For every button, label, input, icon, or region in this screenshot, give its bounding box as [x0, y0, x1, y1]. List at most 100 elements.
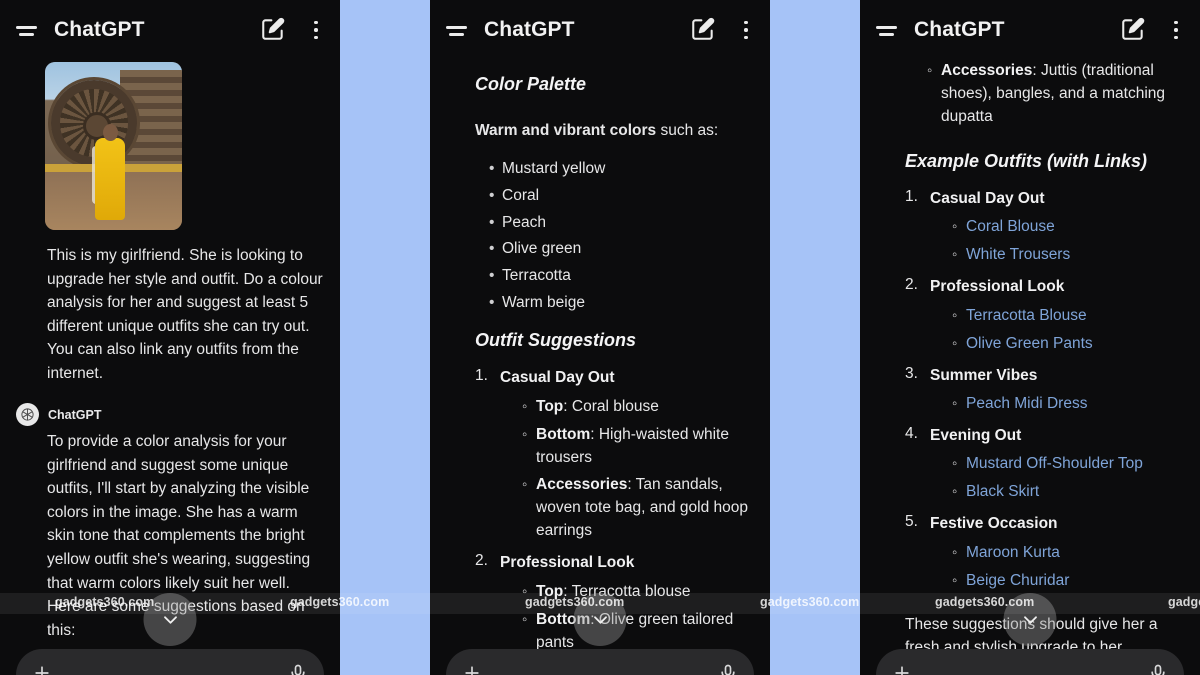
outfit-link[interactable]: Olive Green Pants	[966, 335, 1093, 352]
palette-lead-bold: Warm and vibrant colors	[475, 122, 657, 139]
outfit-link-list: Coral Blouse White Trousers	[930, 216, 1186, 267]
list-item: Mustard yellow	[489, 156, 756, 183]
conversation-body-3: ◦ Accessories: Juttis (traditional shoes…	[860, 60, 1200, 675]
compose-icon[interactable]	[1120, 16, 1148, 44]
phone-panel-1: ChatGPT This is my girlfriend. She is lo…	[0, 0, 340, 675]
app-header-1: ChatGPT	[0, 0, 340, 60]
outfit-link-list: Mustard Off-Shoulder Top Black Skirt	[930, 453, 1186, 504]
detail-label: Accessories	[536, 476, 628, 494]
outfit-title: Festive Occasion	[930, 515, 1058, 533]
message-composer-3[interactable]	[876, 649, 1184, 675]
outfit-link[interactable]: Black Skirt	[966, 483, 1039, 500]
detail-label: Top	[536, 582, 564, 600]
outfit-link-list: Maroon Kurta Beige Churidar	[930, 542, 1186, 593]
outfit-link-list: Peach Midi Dress	[930, 393, 1186, 416]
list-item[interactable]: Terracotta Blouse	[952, 305, 1186, 328]
kebab-menu-icon[interactable]	[1166, 16, 1186, 44]
list-item: ◦ Accessories: Juttis (traditional shoes…	[927, 62, 1166, 125]
compose-icon[interactable]	[690, 16, 718, 44]
detail-value: : Coral blouse	[563, 397, 659, 415]
outfit-title: Casual Day Out	[500, 369, 615, 387]
outfit-link[interactable]: Mustard Off-Shoulder Top	[966, 455, 1143, 472]
conversation-body-2: Color Palette Warm and vibrant colors su…	[430, 74, 770, 655]
kebab-menu-icon[interactable]	[306, 16, 326, 44]
outfit-title: Evening Out	[930, 426, 1022, 444]
compose-icon[interactable]	[260, 16, 288, 44]
heading-color-palette: Color Palette	[475, 74, 587, 94]
list-item: Summer Vibes Peach Midi Dress	[905, 365, 1186, 416]
list-item: Coral	[489, 183, 756, 210]
list-item: Top: Coral blouse	[522, 396, 756, 419]
add-attachment-icon[interactable]	[892, 663, 912, 675]
detail-label: Accessories	[941, 62, 1033, 79]
detail-label: Top	[536, 397, 564, 415]
hamburger-icon[interactable]	[874, 17, 900, 43]
kebab-menu-icon[interactable]	[736, 16, 756, 44]
list-item[interactable]: Beige Churidar	[952, 570, 1186, 593]
attachment-thumbnail[interactable]	[45, 62, 182, 230]
list-item[interactable]: Coral Blouse	[952, 216, 1186, 239]
list-item: Casual Day Out Top: Coral blouse Bottom:…	[475, 367, 756, 543]
app-header-3: ChatGPT	[860, 0, 1200, 60]
add-attachment-icon[interactable]	[32, 663, 52, 675]
hamburger-icon[interactable]	[444, 17, 470, 43]
add-attachment-icon[interactable]	[462, 663, 482, 675]
list-item[interactable]: Black Skirt	[952, 481, 1186, 504]
phone-panel-3: ChatGPT ◦ Accessories: Juttis (tradition…	[860, 0, 1200, 675]
list-item: Festive Occasion Maroon Kurta Beige Chur…	[905, 513, 1186, 592]
outfit-title: Casual Day Out	[930, 189, 1045, 207]
page-title: ChatGPT	[54, 18, 145, 41]
outfit-link[interactable]: Beige Churidar	[966, 572, 1069, 589]
heading-outfit-suggestions: Outfit Suggestions	[475, 330, 636, 351]
list-item[interactable]: Maroon Kurta	[952, 542, 1186, 565]
hamburger-icon[interactable]	[14, 17, 40, 43]
list-item: Bottom: High-waisted white trousers	[522, 424, 756, 470]
list-item[interactable]: Olive Green Pants	[952, 333, 1186, 356]
top-detail-list: ◦ Accessories: Juttis (traditional shoes…	[874, 60, 1186, 129]
list-item: Top: Terracotta blouse	[522, 581, 756, 604]
page-title: ChatGPT	[914, 18, 1005, 41]
list-item: Olive green	[489, 236, 756, 263]
scroll-to-bottom-icon[interactable]	[143, 593, 197, 646]
assistant-label-row: ChatGPT	[14, 403, 326, 427]
microphone-icon[interactable]	[718, 663, 738, 675]
outfit-link[interactable]: White Trousers	[966, 246, 1070, 263]
detail-value: : Terracotta blouse	[563, 582, 691, 600]
phone-panel-2: ChatGPT Color Palette Warm and vibrant c…	[430, 0, 770, 675]
message-composer-1[interactable]	[16, 649, 324, 675]
example-outfit-list: Casual Day Out Coral Blouse White Trouse…	[874, 188, 1186, 593]
outfit-link[interactable]: Peach Midi Dress	[966, 395, 1087, 412]
app-header-2: ChatGPT	[430, 0, 770, 60]
list-item: Casual Day Out Coral Blouse White Trouse…	[905, 188, 1186, 267]
outfit-link[interactable]: Terracotta Blouse	[966, 307, 1087, 324]
list-item: Evening Out Mustard Off-Shoulder Top Bla…	[905, 425, 1186, 504]
outfit-link-list: Terracotta Blouse Olive Green Pants	[930, 305, 1186, 356]
message-composer-2[interactable]	[446, 649, 754, 675]
palette-lead-rest: such as:	[656, 122, 719, 139]
list-item[interactable]: White Trousers	[952, 244, 1186, 267]
page-title: ChatGPT	[484, 18, 575, 41]
list-item: Terracotta	[489, 263, 756, 290]
outfit-title: Professional Look	[500, 554, 635, 572]
list-item: Peach	[489, 210, 756, 237]
list-item: Warm beige	[489, 290, 756, 317]
outfit-link[interactable]: Maroon Kurta	[966, 544, 1060, 561]
panel-separator-2	[770, 0, 860, 675]
list-item[interactable]: Peach Midi Dress	[952, 393, 1186, 416]
assistant-name: ChatGPT	[48, 407, 102, 422]
scroll-to-bottom-icon[interactable]	[573, 593, 627, 646]
list-item: Professional Look Terracotta Blouse Oliv…	[905, 276, 1186, 355]
user-message: This is my girlfriend. She is looking to…	[47, 247, 323, 382]
scroll-to-bottom-icon[interactable]	[1003, 593, 1057, 646]
microphone-icon[interactable]	[1148, 663, 1168, 675]
color-list: Mustard yellow Coral Peach Olive green T…	[444, 156, 756, 316]
outfit-link[interactable]: Coral Blouse	[966, 218, 1055, 235]
outfit-title: Professional Look	[930, 278, 1065, 296]
outfit-detail-list: Top: Coral blouse Bottom: High-waisted w…	[500, 396, 756, 544]
microphone-icon[interactable]	[288, 663, 308, 675]
palette-lead: Warm and vibrant colors such as:	[444, 119, 756, 142]
panel-separator-1	[340, 0, 430, 675]
outfit-title: Summer Vibes	[930, 366, 1038, 384]
list-item[interactable]: Mustard Off-Shoulder Top	[952, 453, 1186, 476]
openai-logo-icon	[16, 403, 39, 427]
